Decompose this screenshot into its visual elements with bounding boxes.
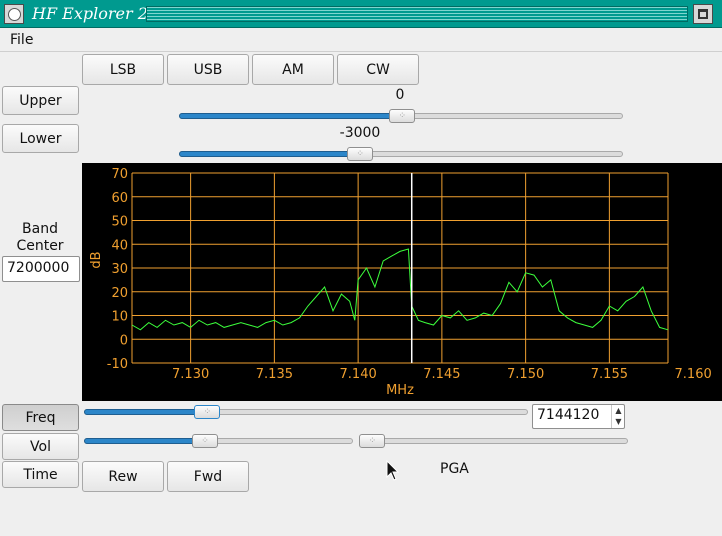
pga-slider-handle[interactable] (359, 434, 386, 448)
pga-slider[interactable] (359, 432, 628, 450)
y-axis-label: dB (89, 251, 104, 268)
freq-spinbox-value[interactable]: 7144120 (537, 407, 599, 423)
y-tick-label: -10 (107, 357, 128, 372)
x-axis-label: MHz (386, 383, 414, 398)
menu-file[interactable]: File (10, 32, 33, 48)
plot-grid (131, 172, 669, 364)
y-tick-label: 40 (111, 238, 128, 253)
vol-button[interactable]: Vol (2, 433, 79, 460)
freq-slider-handle[interactable] (194, 405, 221, 419)
title-bar-stripes (146, 6, 688, 22)
y-tick-label: 10 (111, 310, 128, 325)
cw-button[interactable]: CW (337, 54, 419, 85)
rew-button[interactable]: Rew (82, 461, 164, 492)
lower-slider[interactable] (179, 145, 623, 163)
lower-slider-fill (179, 151, 357, 157)
lsb-button[interactable]: LSB (82, 54, 164, 85)
spectrum-plot[interactable]: -10 0 10 20 30 40 50 60 70 7.130 7.135 7.140 7.145 7.… (82, 163, 722, 401)
band-center-label-line2: Center (16, 238, 64, 254)
freq-slider-fill (84, 409, 204, 415)
y-tick-label: 70 (111, 167, 128, 182)
x-tick-label: 7.135 (256, 367, 293, 382)
x-tick-label: 7.160 (675, 367, 712, 382)
time-button[interactable]: Time (2, 461, 79, 488)
vol-slider-handle[interactable] (192, 434, 219, 448)
mouse-cursor-icon (386, 460, 400, 481)
vol-slider-fill (84, 438, 202, 444)
pga-label: PGA (440, 461, 469, 477)
upper-button[interactable]: Upper (2, 86, 79, 115)
upper-slider[interactable] (179, 107, 623, 125)
x-tick-label: 7.145 (423, 367, 460, 382)
upper-value-label: 0 (395, 87, 405, 103)
band-center-label-line1: Band (22, 221, 58, 237)
lower-slider-handle[interactable] (347, 147, 374, 161)
band-center-label: Band Center (2, 221, 78, 255)
y-tick-label: 30 (111, 262, 128, 277)
freq-slider[interactable] (84, 403, 528, 421)
maximize-icon[interactable] (693, 4, 713, 24)
spin-arrows-icon[interactable]: ▲ ▼ (611, 405, 625, 428)
x-tick-label: 7.130 (172, 367, 209, 382)
y-tick-label: 50 (111, 215, 128, 230)
x-tick-label: 7.150 (507, 367, 544, 382)
x-tick-label: 7.140 (340, 367, 377, 382)
fwd-button[interactable]: Fwd (167, 461, 249, 492)
window-title: HF Explorer 2 (32, 4, 148, 23)
y-tick-label: 20 (111, 286, 128, 301)
band-center-input[interactable]: 7200000 (2, 256, 80, 282)
spectrum-trace (131, 248, 669, 331)
upper-slider-fill (179, 113, 399, 119)
vol-slider[interactable] (84, 432, 353, 450)
menu-bar: File (0, 29, 722, 52)
y-tick-label: 60 (111, 191, 128, 206)
app-menu-icon[interactable] (4, 4, 24, 24)
y-tick-label: 0 (120, 333, 128, 348)
upper-slider-handle[interactable] (389, 109, 416, 123)
freq-button[interactable]: Freq (2, 404, 79, 431)
x-tick-label: 7.155 (591, 367, 628, 382)
am-button[interactable]: AM (252, 54, 334, 85)
freq-spinbox[interactable]: 7144120 ▲ ▼ (532, 404, 625, 429)
lower-button[interactable]: Lower (2, 124, 79, 153)
plot-tick-labels: -10 0 10 20 30 40 50 60 70 7.130 7.135 7.140 7.145 7.… (107, 167, 712, 382)
lower-value-label: -3000 (339, 125, 381, 141)
pga-slider-groove (359, 438, 628, 444)
usb-button[interactable]: USB (167, 54, 249, 85)
